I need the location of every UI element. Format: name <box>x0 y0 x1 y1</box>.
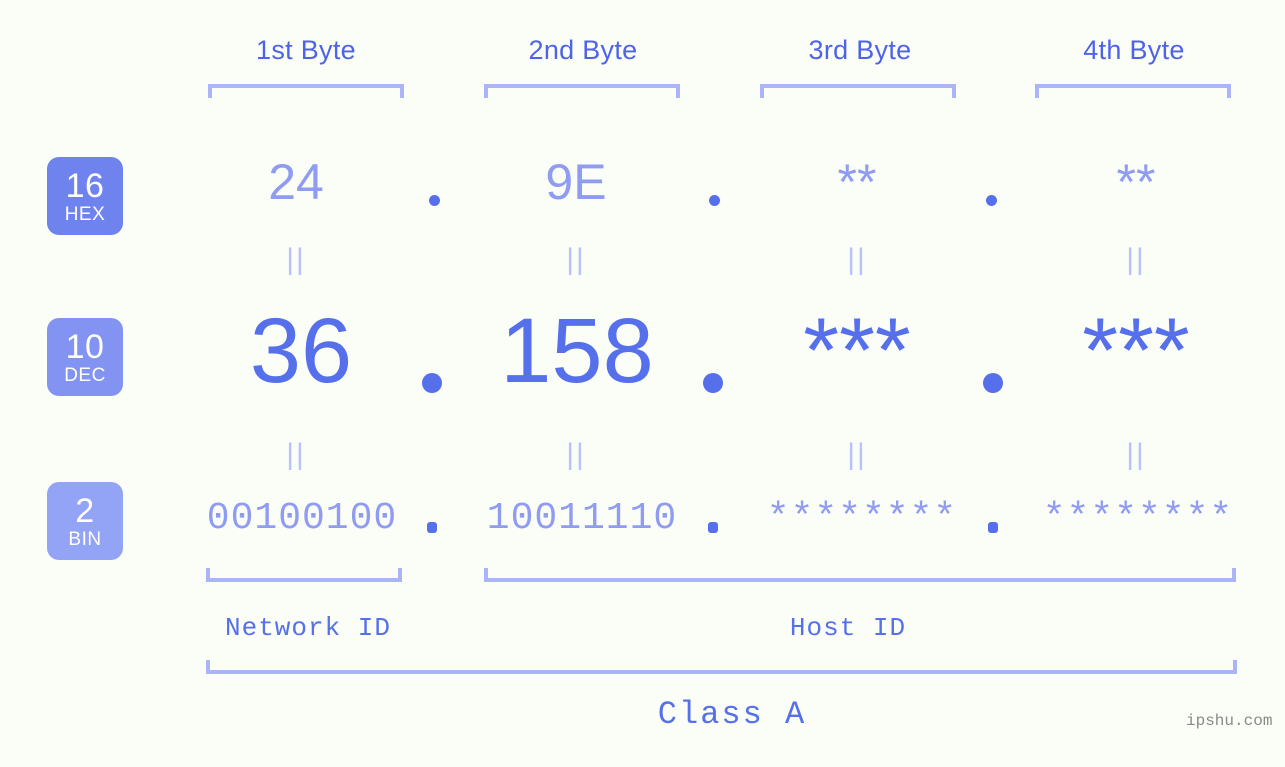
class-bracket <box>206 660 1237 674</box>
base-badge-dec: 10 DEC <box>47 318 123 396</box>
byte-header-1: 1st Byte <box>256 35 356 65</box>
dec-separator-dot-1 <box>422 373 442 393</box>
hex-separator-dot-2 <box>709 195 720 206</box>
dec-separator-dot-2 <box>703 373 723 393</box>
equals-dec-bin-1: || <box>286 438 306 471</box>
byte-header-4: 4th Byte <box>1083 35 1185 65</box>
bin-separator-dot-3 <box>988 522 998 533</box>
site-watermark: ipshu.com <box>1186 712 1273 730</box>
class-label: Class A <box>657 696 807 733</box>
equals-dec-bin-3: || <box>847 438 867 471</box>
bin-byte-2: 10011110 <box>486 497 678 540</box>
base-badge-bin: 2 BIN <box>47 482 123 560</box>
hex-separator-dot-3 <box>986 195 997 206</box>
bin-separator-dot-2 <box>708 522 718 533</box>
bin-byte-3: ******** <box>766 497 958 540</box>
equals-hex-dec-1: || <box>286 243 306 276</box>
byte-bracket-4 <box>1035 84 1231 98</box>
equals-dec-bin-2: || <box>566 438 586 471</box>
equals-dec-bin-4: || <box>1126 438 1146 471</box>
dec-byte-1: 36 <box>249 300 353 402</box>
byte-bracket-2 <box>484 84 680 98</box>
byte-header-3: 3rd Byte <box>808 35 912 65</box>
equals-hex-dec-2: || <box>566 243 586 276</box>
equals-hex-dec-3: || <box>847 243 867 276</box>
base-badge-hex-number: 16 <box>65 166 105 205</box>
bin-separator-dot-1 <box>427 522 437 533</box>
dec-separator-dot-3 <box>983 373 1003 393</box>
base-badge-bin-label: BIN <box>68 528 102 550</box>
hex-byte-1: 24 <box>268 154 324 210</box>
host-id-label: Host ID <box>789 613 907 643</box>
dec-byte-4: *** <box>1082 300 1190 402</box>
ip-breakdown-diagram: 1st Byte 2nd Byte 3rd Byte 4th Byte 16 H… <box>0 0 1285 767</box>
base-badge-bin-number: 2 <box>75 491 95 530</box>
network-id-bracket <box>206 568 402 582</box>
byte-bracket-1 <box>208 84 404 98</box>
dec-byte-3: *** <box>803 300 911 402</box>
bin-byte-1: 00100100 <box>206 497 398 540</box>
bin-byte-4: ******** <box>1042 497 1234 540</box>
hex-byte-4: ** <box>1116 154 1156 210</box>
base-badge-hex: 16 HEX <box>47 157 123 235</box>
equals-hex-dec-4: || <box>1126 243 1146 276</box>
base-badge-hex-label: HEX <box>64 203 106 225</box>
hex-byte-2: 9E <box>545 154 607 210</box>
base-badge-dec-number: 10 <box>65 327 105 366</box>
hex-byte-3: ** <box>837 154 877 210</box>
byte-bracket-3 <box>760 84 956 98</box>
base-badge-dec-label: DEC <box>64 364 106 386</box>
host-id-bracket <box>484 568 1236 582</box>
byte-header-2: 2nd Byte <box>528 35 638 65</box>
network-id-label: Network ID <box>224 613 392 643</box>
dec-byte-2: 158 <box>500 300 654 402</box>
hex-separator-dot-1 <box>429 195 440 206</box>
